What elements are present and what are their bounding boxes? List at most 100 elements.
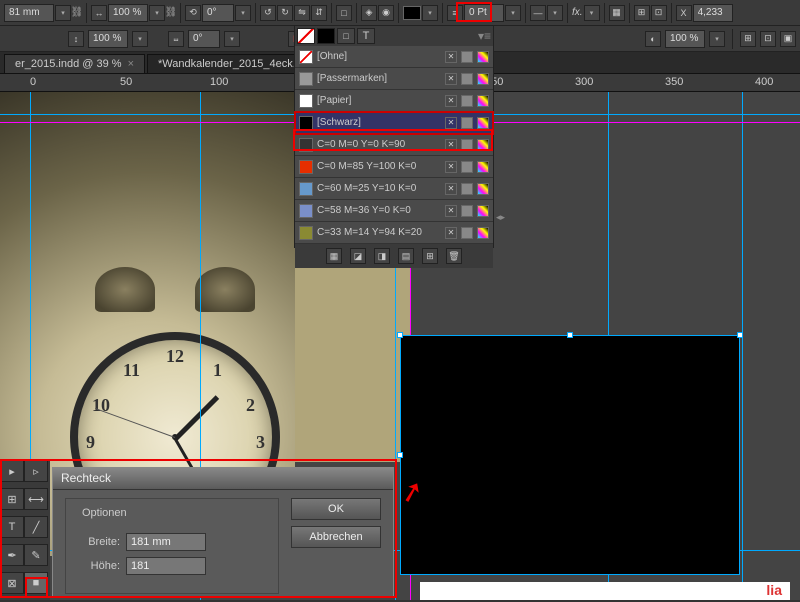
swatch-name: C=0 M=0 Y=0 K=90 (317, 139, 441, 150)
expand-icon[interactable]: ◂▸ (496, 212, 505, 223)
dropdown-icon[interactable] (55, 5, 71, 21)
field-dimension[interactable] (4, 4, 54, 22)
fill-swatch-icon[interactable] (317, 28, 335, 44)
fit-prop-icon[interactable]: ⊡ (760, 31, 776, 47)
swatch-color (299, 72, 313, 86)
swatch-row[interactable]: [Ohne]✕ (295, 46, 493, 68)
show-gradient-icon[interactable]: ◨ (374, 248, 390, 264)
pen-tool[interactable]: ✒ (0, 544, 24, 566)
fit2-icon[interactable]: ⊡ (651, 5, 667, 21)
x-field[interactable] (693, 4, 733, 22)
swatch-row[interactable]: [Passermarken]✕ (295, 68, 493, 90)
new-swatch-icon[interactable]: ▤ (398, 248, 414, 264)
swatch-lock-icon: ✕ (445, 117, 457, 129)
selection-handle[interactable] (397, 332, 403, 338)
gap-tool[interactable]: ⟷ (24, 488, 48, 510)
swatch-color (299, 182, 313, 196)
page-tool[interactable]: ⊞ (0, 488, 24, 510)
swatch-row[interactable]: C=33 M=14 Y=94 K=20✕ (295, 222, 493, 244)
close-icon[interactable]: × (128, 58, 134, 70)
fit-icon[interactable]: ⊞ (634, 5, 650, 21)
fill-none-icon[interactable] (297, 28, 315, 44)
dialog-title[interactable]: Rechteck (53, 468, 393, 490)
selection-handle[interactable] (397, 452, 403, 458)
dropdown-icon[interactable] (709, 31, 725, 47)
show-all-icon[interactable]: ▦ (326, 248, 342, 264)
swatch-lock-icon: ✕ (445, 205, 457, 217)
show-color-icon[interactable]: ◪ (350, 248, 366, 264)
x-icon: X (676, 5, 692, 21)
line-tool[interactable]: ╱ (24, 516, 48, 538)
rectangle-frame-tool[interactable]: ⊠ (0, 572, 24, 594)
swatch-row[interactable]: C=0 M=85 Y=100 K=0✕ (295, 156, 493, 178)
selection-handle[interactable] (737, 332, 743, 338)
ok-button[interactable]: OK (291, 498, 381, 520)
swatch-color (299, 116, 313, 130)
swatch-type-icon (461, 51, 473, 63)
swatch-row[interactable]: [Schwarz]✕ (295, 112, 493, 134)
width-label: Breite: (78, 536, 120, 548)
flip-h-icon[interactable]: ⇋ (294, 5, 310, 21)
rectangle-tool[interactable]: ■ (24, 572, 48, 594)
swatch-lock-icon: ✕ (445, 227, 457, 239)
swatch-mode-icon (477, 161, 489, 173)
dropdown-icon[interactable] (584, 5, 600, 21)
stroke-style-icon[interactable]: — (530, 5, 546, 21)
fill-dropdown-icon[interactable] (422, 5, 438, 21)
rectangle-dialog: Rechteck Optionen Breite: Höhe: OK Abbre… (52, 467, 394, 597)
dropdown-icon[interactable] (505, 5, 521, 21)
swatch-row[interactable]: [Papier]✕ (295, 90, 493, 112)
new-group-icon[interactable]: ⊞ (422, 248, 438, 264)
shear-field[interactable] (188, 30, 220, 48)
direct-selection-tool[interactable]: ▹ (24, 460, 48, 482)
swatch-name: [Passermarken] (317, 73, 441, 84)
selection-handle[interactable] (567, 332, 573, 338)
width-input[interactable] (126, 533, 206, 551)
swatches-panel: □ T ▾≡ [Ohne]✕[Passermarken]✕[Papier]✕[S… (294, 25, 494, 248)
swatch-color (299, 50, 313, 64)
swatch-row[interactable]: C=58 M=36 Y=0 K=0✕ (295, 200, 493, 222)
fit-frame-icon[interactable]: ⊞ (740, 31, 756, 47)
dropdown-icon[interactable] (149, 5, 165, 21)
formatting-text-icon[interactable]: □ (337, 28, 355, 44)
rotate-cw-icon[interactable]: ↻ (277, 5, 293, 21)
wrap-icon[interactable]: □ (336, 5, 352, 21)
rotate-ccw-icon[interactable]: ↺ (260, 5, 276, 21)
cancel-button[interactable]: Abbrechen (291, 526, 381, 548)
stroke-weight-field[interactable] (464, 4, 504, 22)
effects-label[interactable]: fx. (572, 7, 583, 18)
misc-icon[interactable]: ▦ (609, 5, 625, 21)
flip-v-icon[interactable]: ⇵ (311, 5, 327, 21)
link-icon[interactable]: ⛓ (72, 5, 82, 21)
scale-y-field[interactable] (88, 30, 128, 48)
swatch-type-icon (461, 205, 473, 217)
height-input[interactable] (126, 557, 206, 575)
rectangle-frame[interactable] (400, 335, 740, 575)
swatch-type-icon (461, 139, 473, 151)
scale-x-field[interactable] (108, 4, 148, 22)
fill-color-indicator[interactable] (403, 6, 421, 20)
swatch-lock-icon: ✕ (445, 183, 457, 195)
select-container-icon[interactable]: ◈ (361, 5, 377, 21)
panel-menu-icon[interactable]: ▾≡ (478, 29, 491, 43)
swatch-mode-icon (477, 95, 489, 107)
select-content-icon[interactable]: ◉ (378, 5, 394, 21)
guide-vertical[interactable] (742, 92, 743, 600)
formatting-container-icon[interactable]: T (357, 28, 375, 44)
swatch-row[interactable]: C=0 M=0 Y=0 K=90✕ (295, 134, 493, 156)
swatch-row[interactable]: C=60 M=25 Y=10 K=0✕ (295, 178, 493, 200)
angle-field[interactable] (202, 4, 234, 22)
tab-document-1[interactable]: er_2015.indd @ 39 %× (4, 54, 145, 73)
type-tool[interactable]: T (0, 516, 24, 538)
opacity-field[interactable] (665, 30, 705, 48)
selection-tool[interactable]: ▸ (0, 460, 24, 482)
link-icon[interactable]: ⛓ (166, 5, 176, 21)
dropdown-icon[interactable] (132, 31, 148, 47)
delete-swatch-icon[interactable]: 🗑 (446, 248, 462, 264)
dropdown-icon[interactable] (235, 5, 251, 21)
dropdown-icon[interactable] (547, 5, 563, 21)
control-toolbar-1: ⛓ ↔ ⛓ ⟲ ↺ ↻ ⇋ ⇵ □ ◈ ◉ ≡ — fx. ▦ ⊞ ⊡ X (0, 0, 800, 26)
dropdown-icon[interactable] (224, 31, 240, 47)
pencil-tool[interactable]: ✎ (24, 544, 48, 566)
fill-frame-icon[interactable]: ▣ (780, 31, 796, 47)
